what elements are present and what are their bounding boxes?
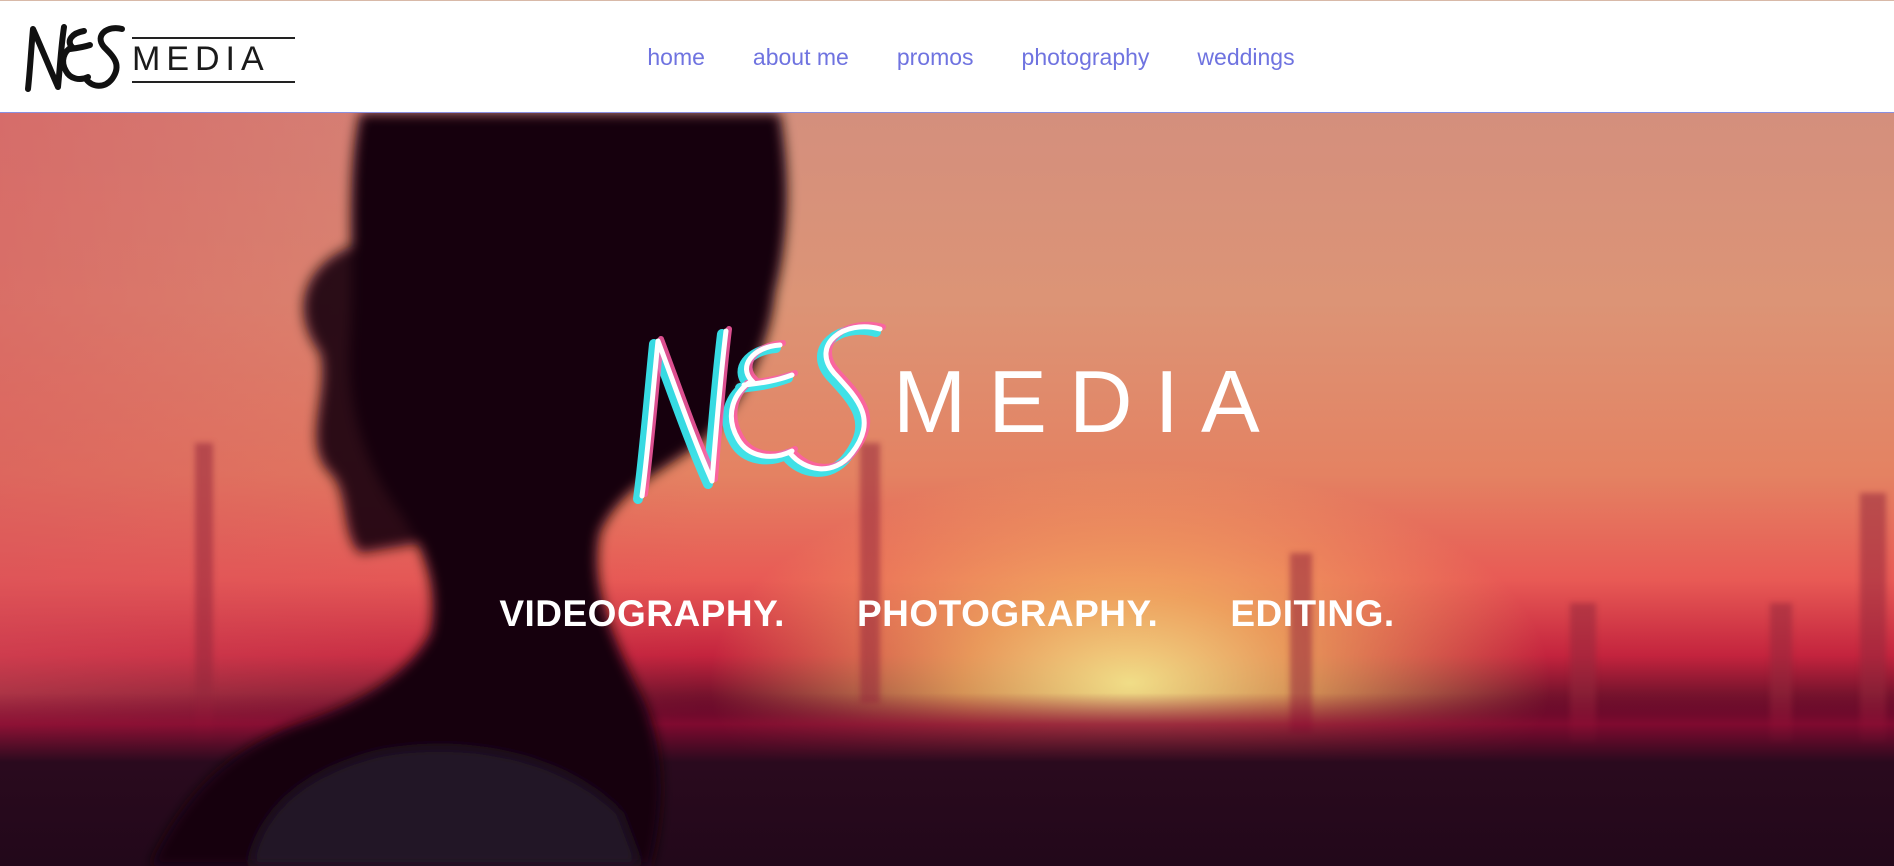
tagline-videography: VIDEOGRAPHY. xyxy=(499,593,785,634)
main-nav: home about me promos photography wedding… xyxy=(0,1,1894,114)
hero-taglines: VIDEOGRAPHY. PHOTOGRAPHY. EDITING. xyxy=(0,593,1894,635)
tagline-photography: PHOTOGRAPHY. xyxy=(856,593,1159,634)
nav-home[interactable]: home xyxy=(647,44,705,71)
nav-photography[interactable]: photography xyxy=(1022,44,1150,71)
tagline-editing: EDITING. xyxy=(1230,593,1395,634)
nav-promos[interactable]: promos xyxy=(897,44,974,71)
nav-weddings[interactable]: weddings xyxy=(1197,44,1294,71)
nav-about-me[interactable]: about me xyxy=(753,44,849,71)
hero-logo-word: MEDIA xyxy=(893,352,1282,451)
hero-banner: MEDIA VIDEOGRAPHY. PHOTOGRAPHY. EDITING. xyxy=(0,113,1894,866)
site-header: MEDIA home about me promos photography w… xyxy=(0,0,1894,113)
